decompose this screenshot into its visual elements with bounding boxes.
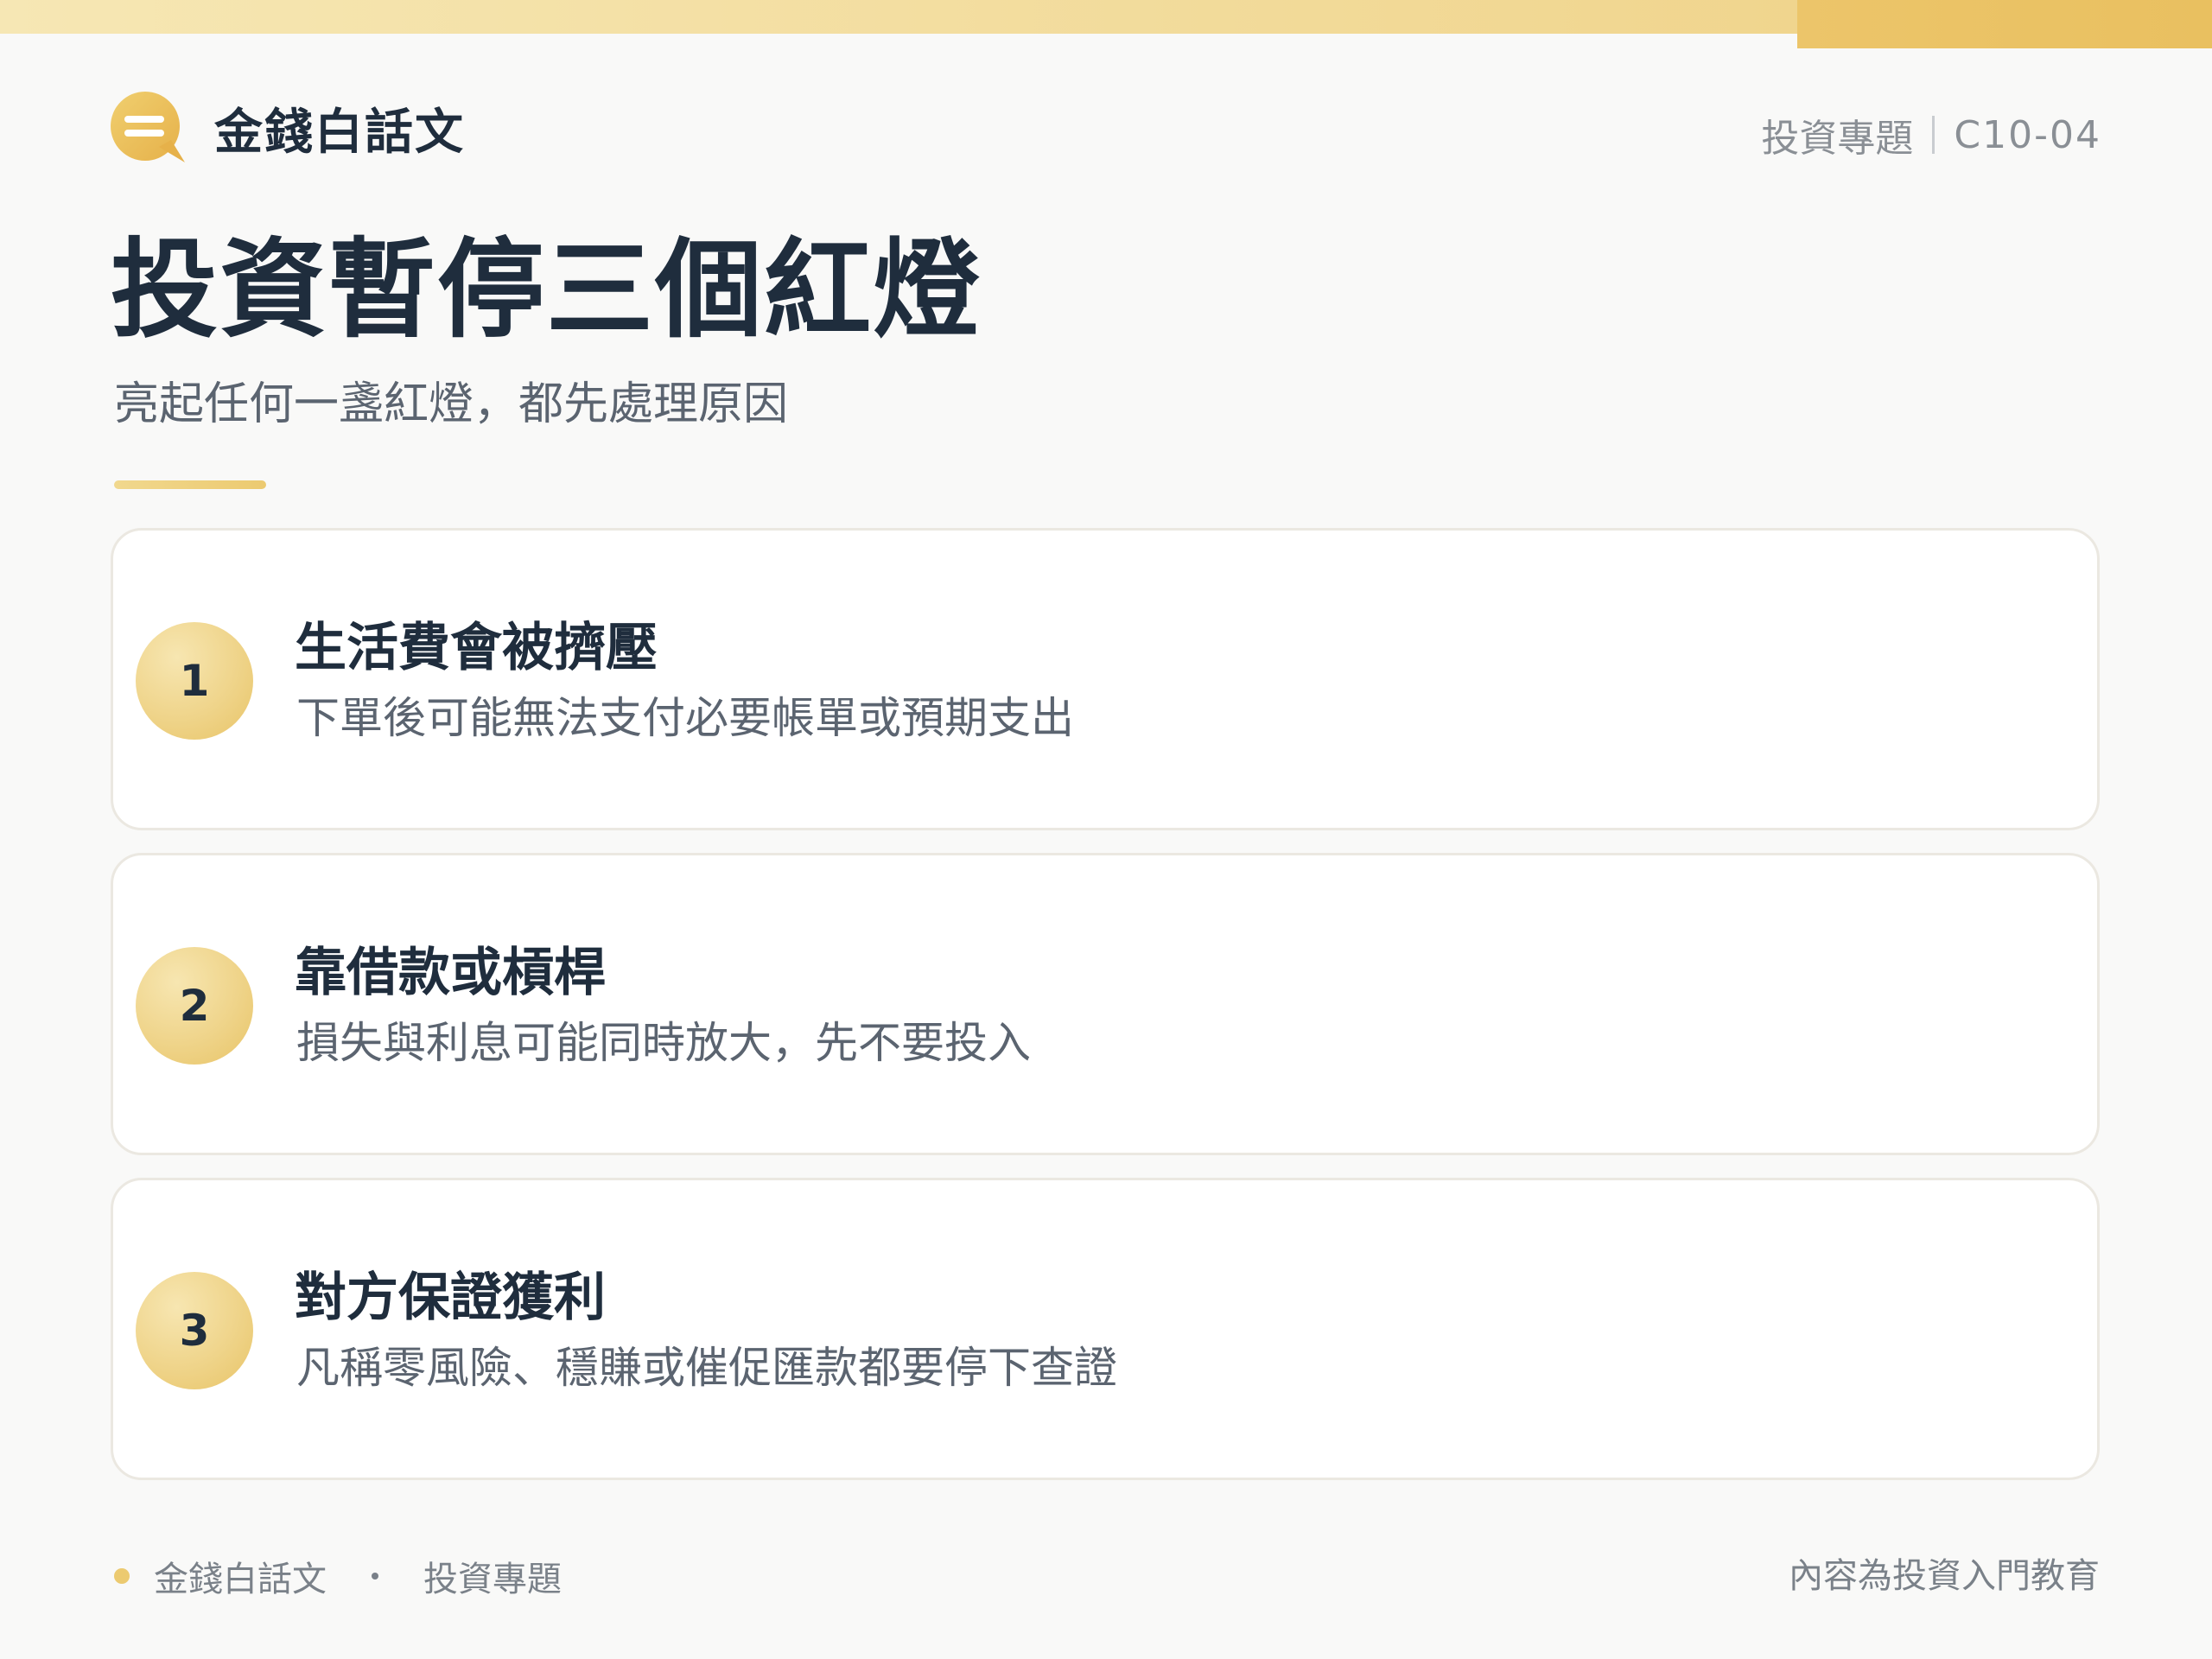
footer-brand-name: 金錢白話文 — [154, 1560, 327, 1599]
topic-code: C10-04 — [1954, 112, 2101, 157]
card-description: 凡稱零風險、穩賺或催促匯款都要停下查證 — [296, 1343, 1117, 1393]
page-subtitle: 亮起任何一盞紅燈，都先處理原因 — [114, 378, 789, 430]
topic-category: 投資專題 — [1761, 117, 1914, 161]
footer-disclaimer: 內容為投資入門教育 — [1789, 1556, 2100, 1596]
top-accent-bar-highlight — [1797, 0, 2212, 48]
warning-card-1: 1 生活費會被擠壓 下單後可能無法支付必要帳單或預期支出 — [111, 528, 2100, 830]
chat-bubble-icon — [111, 92, 187, 164]
page-title: 投資暫停三個紅燈 — [111, 228, 982, 353]
card-title: 對方保證獲利 — [295, 1268, 606, 1328]
brand-name: 金錢白話文 — [214, 104, 465, 161]
warning-card-3: 3 對方保證獲利 凡稱零風險、穩賺或催促匯款都要停下查證 — [111, 1178, 2100, 1480]
card-description: 損失與利息可能同時放大，先不要投入 — [296, 1018, 1031, 1068]
title-underline — [114, 480, 266, 489]
card-description: 下單後可能無法支付必要帳單或預期支出 — [296, 693, 1074, 743]
topic-tag: 投資專題 C10-04 — [1761, 109, 2101, 162]
footer-category: 投資專題 — [423, 1560, 562, 1599]
number-badge: 2 — [136, 947, 253, 1065]
footer-dot-icon — [114, 1568, 130, 1584]
number-badge: 1 — [136, 622, 253, 740]
topic-divider — [1932, 116, 1936, 154]
warning-card-2: 2 靠借款或槓桿 損失與利息可能同時放大，先不要投入 — [111, 853, 2100, 1155]
footer-separator-dot — [372, 1573, 378, 1580]
card-title: 生活費會被擠壓 — [295, 618, 658, 678]
footer-brand: 金錢白話文 投資專題 — [114, 1552, 562, 1600]
card-title: 靠借款或槓桿 — [295, 943, 606, 1003]
number-badge: 3 — [136, 1272, 253, 1389]
brand-header: 金錢白話文 — [111, 92, 465, 164]
